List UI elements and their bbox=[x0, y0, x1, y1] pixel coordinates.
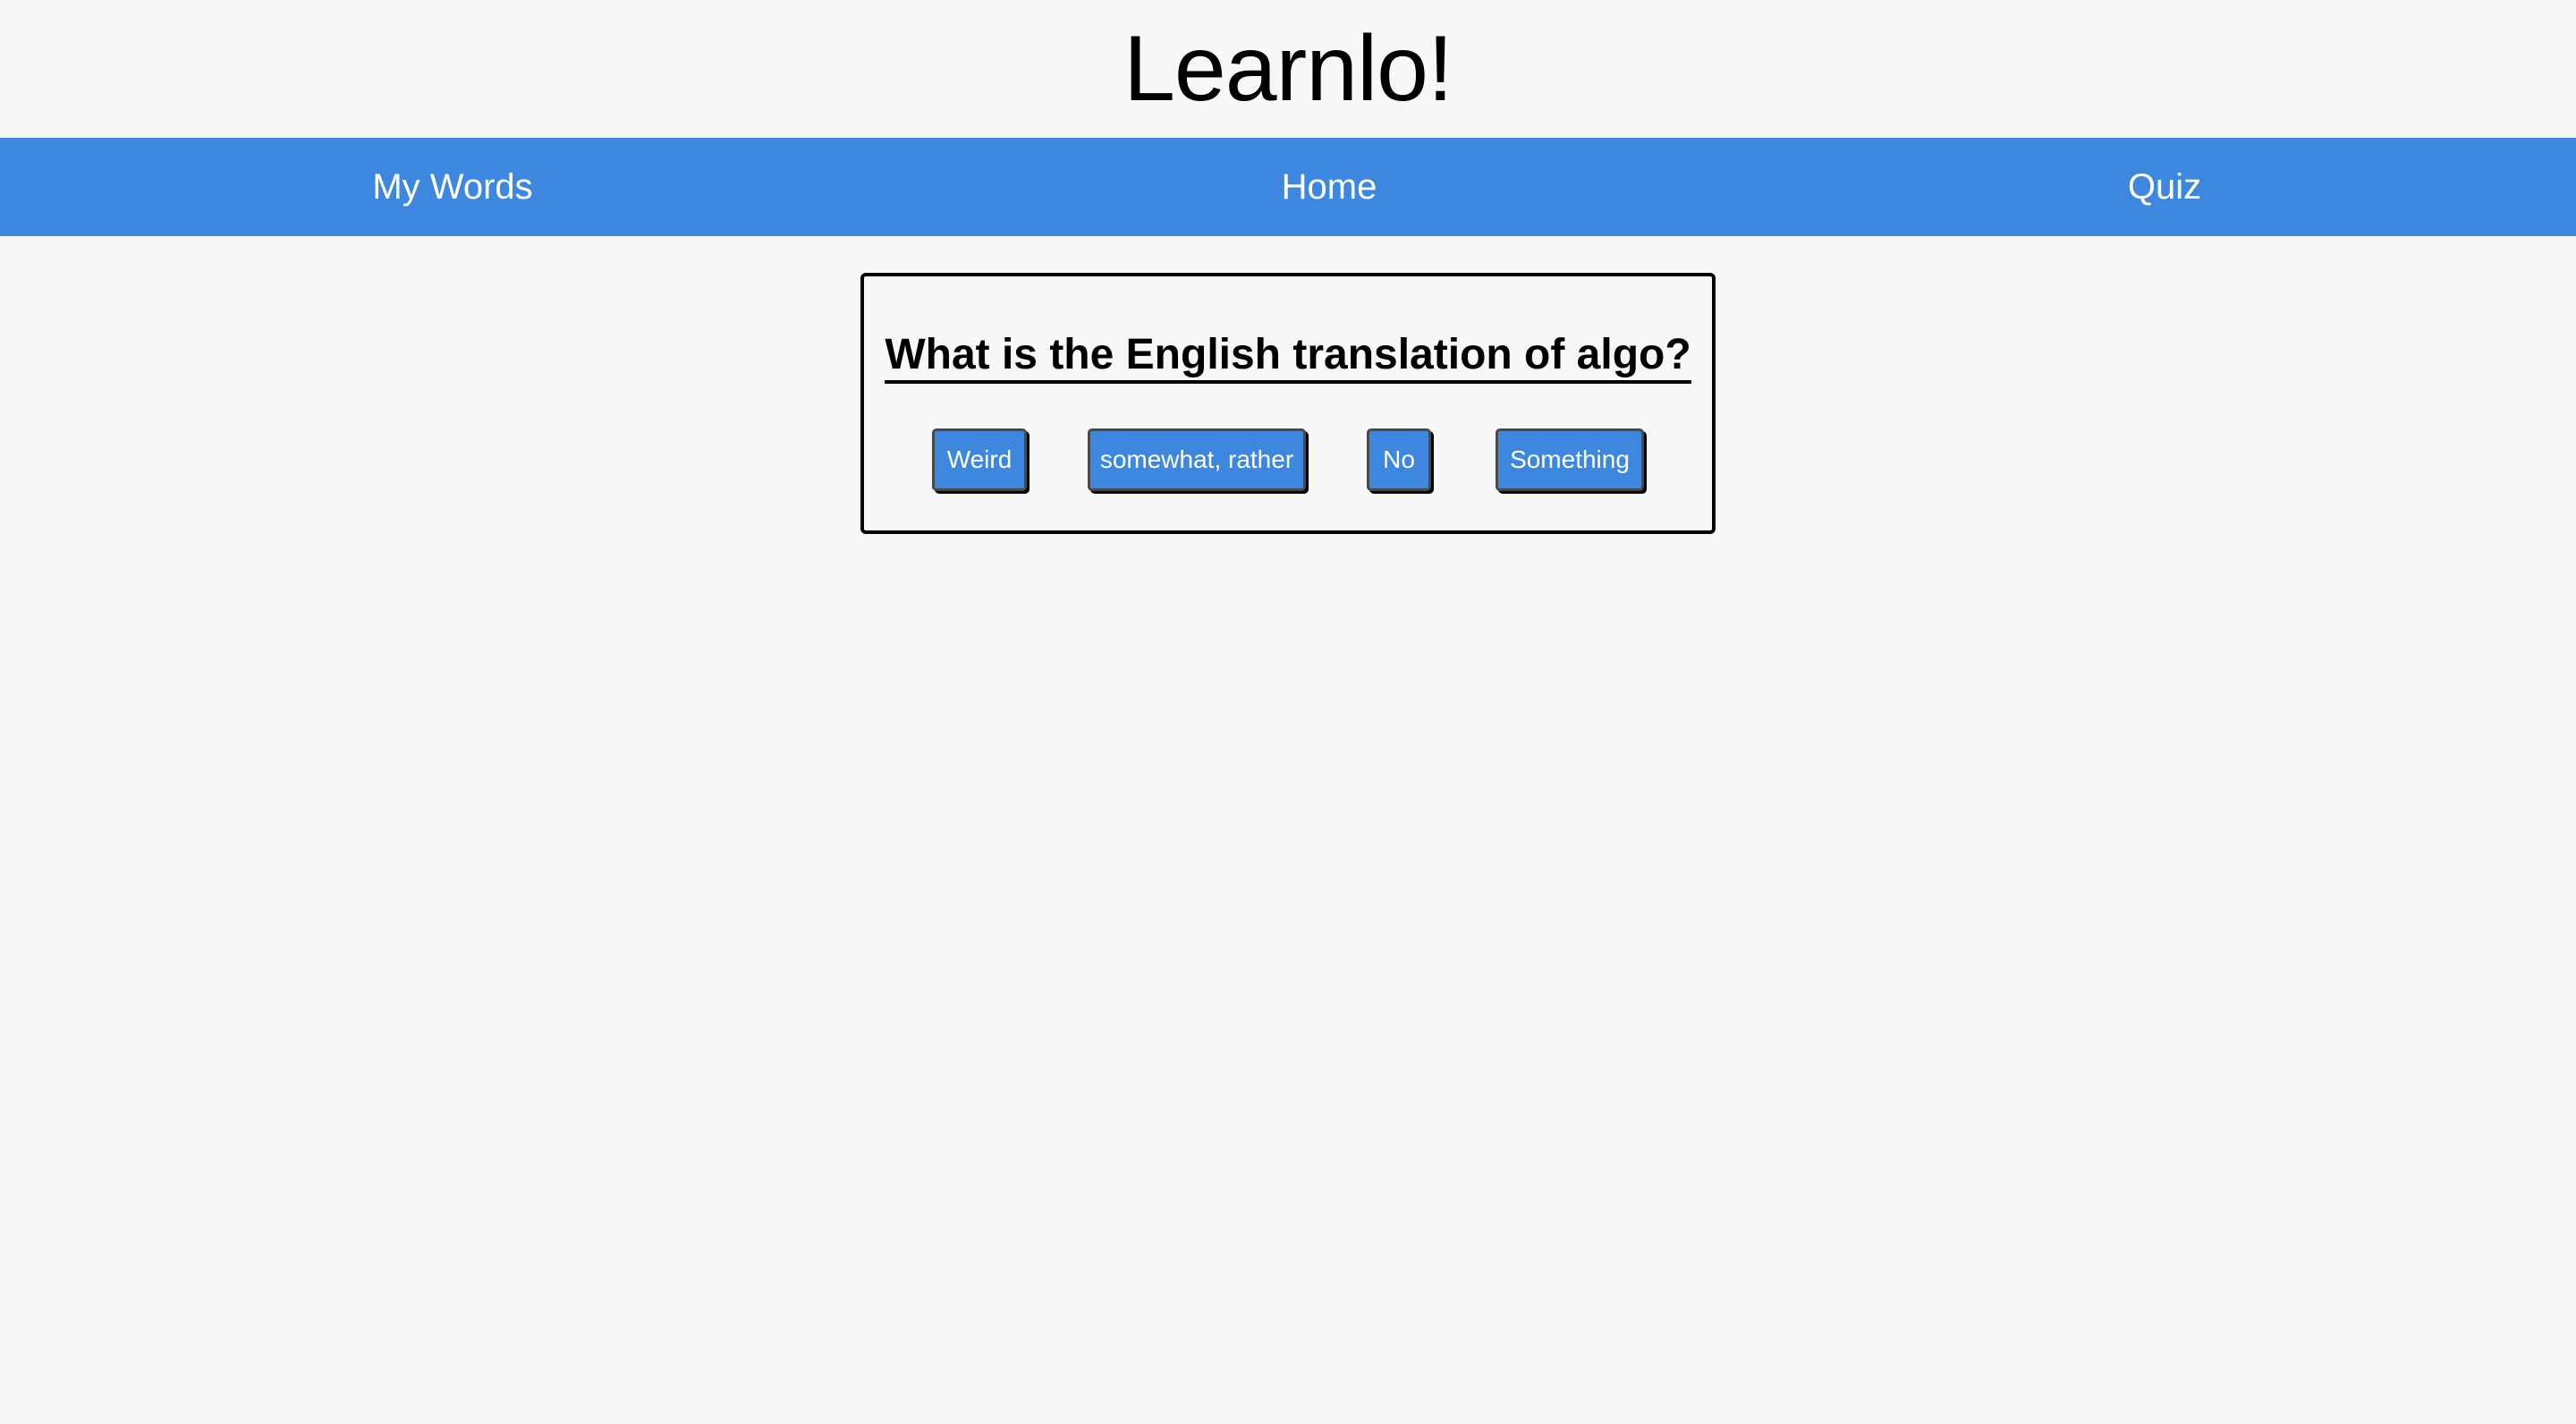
nav-item-quiz[interactable]: Quiz bbox=[2075, 138, 2254, 236]
answer-button-something[interactable]: Something bbox=[1496, 428, 1644, 491]
quiz-question-text: What is the English translation of algo? bbox=[885, 331, 1691, 384]
nav-item-home[interactable]: Home bbox=[1240, 138, 1419, 236]
answer-button-no[interactable]: No bbox=[1367, 428, 1431, 491]
main-navbar: My Words Home Quiz bbox=[0, 138, 2576, 236]
nav-item-my-words[interactable]: My Words bbox=[363, 138, 542, 236]
quiz-question: What is the English translation of algo? bbox=[864, 331, 1712, 384]
app-title: Learnlo! bbox=[1123, 17, 1453, 121]
answer-button-somewhat-rather[interactable]: somewhat, rather bbox=[1088, 428, 1306, 491]
quiz-card: What is the English translation of algo?… bbox=[860, 273, 1716, 534]
answer-button-weird[interactable]: Weird bbox=[932, 428, 1027, 491]
answer-options: Weird somewhat, rather No Something bbox=[864, 428, 1712, 491]
